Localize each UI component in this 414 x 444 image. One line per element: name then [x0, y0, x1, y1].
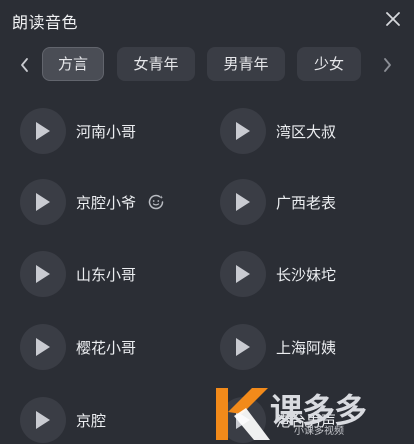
k-logo-icon [216, 388, 270, 440]
play-button[interactable] [20, 108, 66, 154]
play-button[interactable] [20, 251, 66, 297]
watermark: 课多多 小课多视频 [212, 380, 414, 444]
play-icon [236, 193, 250, 211]
voice-name: 广西老表 [276, 194, 337, 212]
voice-item-shandong-xiaoge[interactable]: 山东小哥 [20, 251, 200, 297]
play-icon [36, 265, 50, 283]
voice-name: 河南小哥 [76, 123, 137, 141]
voice-item-yinghua-xiaoge[interactable]: 樱花小哥 [20, 324, 200, 370]
voice-item-jingqiang-xiaoye[interactable]: 京腔小爷 [20, 179, 200, 225]
voice-item-jingqiang[interactable]: 京腔 [20, 397, 200, 443]
play-icon [236, 265, 250, 283]
voice-item-henan-xiaoge[interactable]: 河南小哥 [20, 108, 200, 154]
panel-title: 朗读音色 [12, 13, 79, 32]
tabs-prev-button[interactable] [14, 54, 36, 76]
play-button[interactable] [20, 179, 66, 225]
play-icon [236, 338, 250, 356]
chevron-left-icon [21, 58, 28, 72]
voice-name: 京腔小爷 [76, 194, 137, 212]
tab-girl[interactable]: 少女 [297, 47, 361, 81]
voice-name: 湾区大叔 [276, 123, 337, 141]
voice-name: 上海阿姨 [276, 339, 337, 357]
voice-name: 长沙妹坨 [276, 266, 337, 284]
play-button[interactable] [220, 108, 266, 154]
close-button[interactable] [382, 8, 404, 30]
vip-badge-icon [148, 194, 164, 210]
play-icon [36, 338, 50, 356]
play-button[interactable] [20, 324, 66, 370]
play-button[interactable] [220, 251, 266, 297]
tab-young-man[interactable]: 男青年 [207, 47, 285, 81]
tabs-next-button[interactable] [376, 54, 398, 76]
play-icon [36, 122, 50, 140]
voice-category-tabs: 方言 女青年 男青年 少女 [0, 47, 414, 83]
watermark-subtitle: 小课多视频 [294, 426, 344, 437]
voice-name: 山东小哥 [76, 266, 137, 284]
voice-name: 京腔 [76, 412, 107, 430]
voice-item-guangxi-laobiao[interactable]: 广西老表 [220, 179, 400, 225]
voice-panel: 朗读音色 方言 女青年 男青年 少女 河南小哥 湾区大叔 京腔小爷 广西老表 山… [0, 0, 414, 444]
play-icon [36, 411, 50, 429]
tab-dialect[interactable]: 方言 [42, 47, 104, 81]
play-icon [36, 193, 50, 211]
voice-item-changsha-meituo[interactable]: 长沙妹坨 [220, 251, 400, 297]
panel-header: 朗读音色 [0, 0, 414, 40]
tab-young-woman[interactable]: 女青年 [117, 47, 195, 81]
play-button[interactable] [20, 397, 66, 443]
voice-item-shanghai-ayi[interactable]: 上海阿姨 [220, 324, 400, 370]
voice-name: 樱花小哥 [76, 339, 137, 357]
play-icon [236, 122, 250, 140]
voice-item-wanqu-dashu[interactable]: 湾区大叔 [220, 108, 400, 154]
play-button[interactable] [220, 324, 266, 370]
close-icon [386, 12, 400, 26]
play-button[interactable] [220, 179, 266, 225]
chevron-right-icon [384, 58, 391, 72]
